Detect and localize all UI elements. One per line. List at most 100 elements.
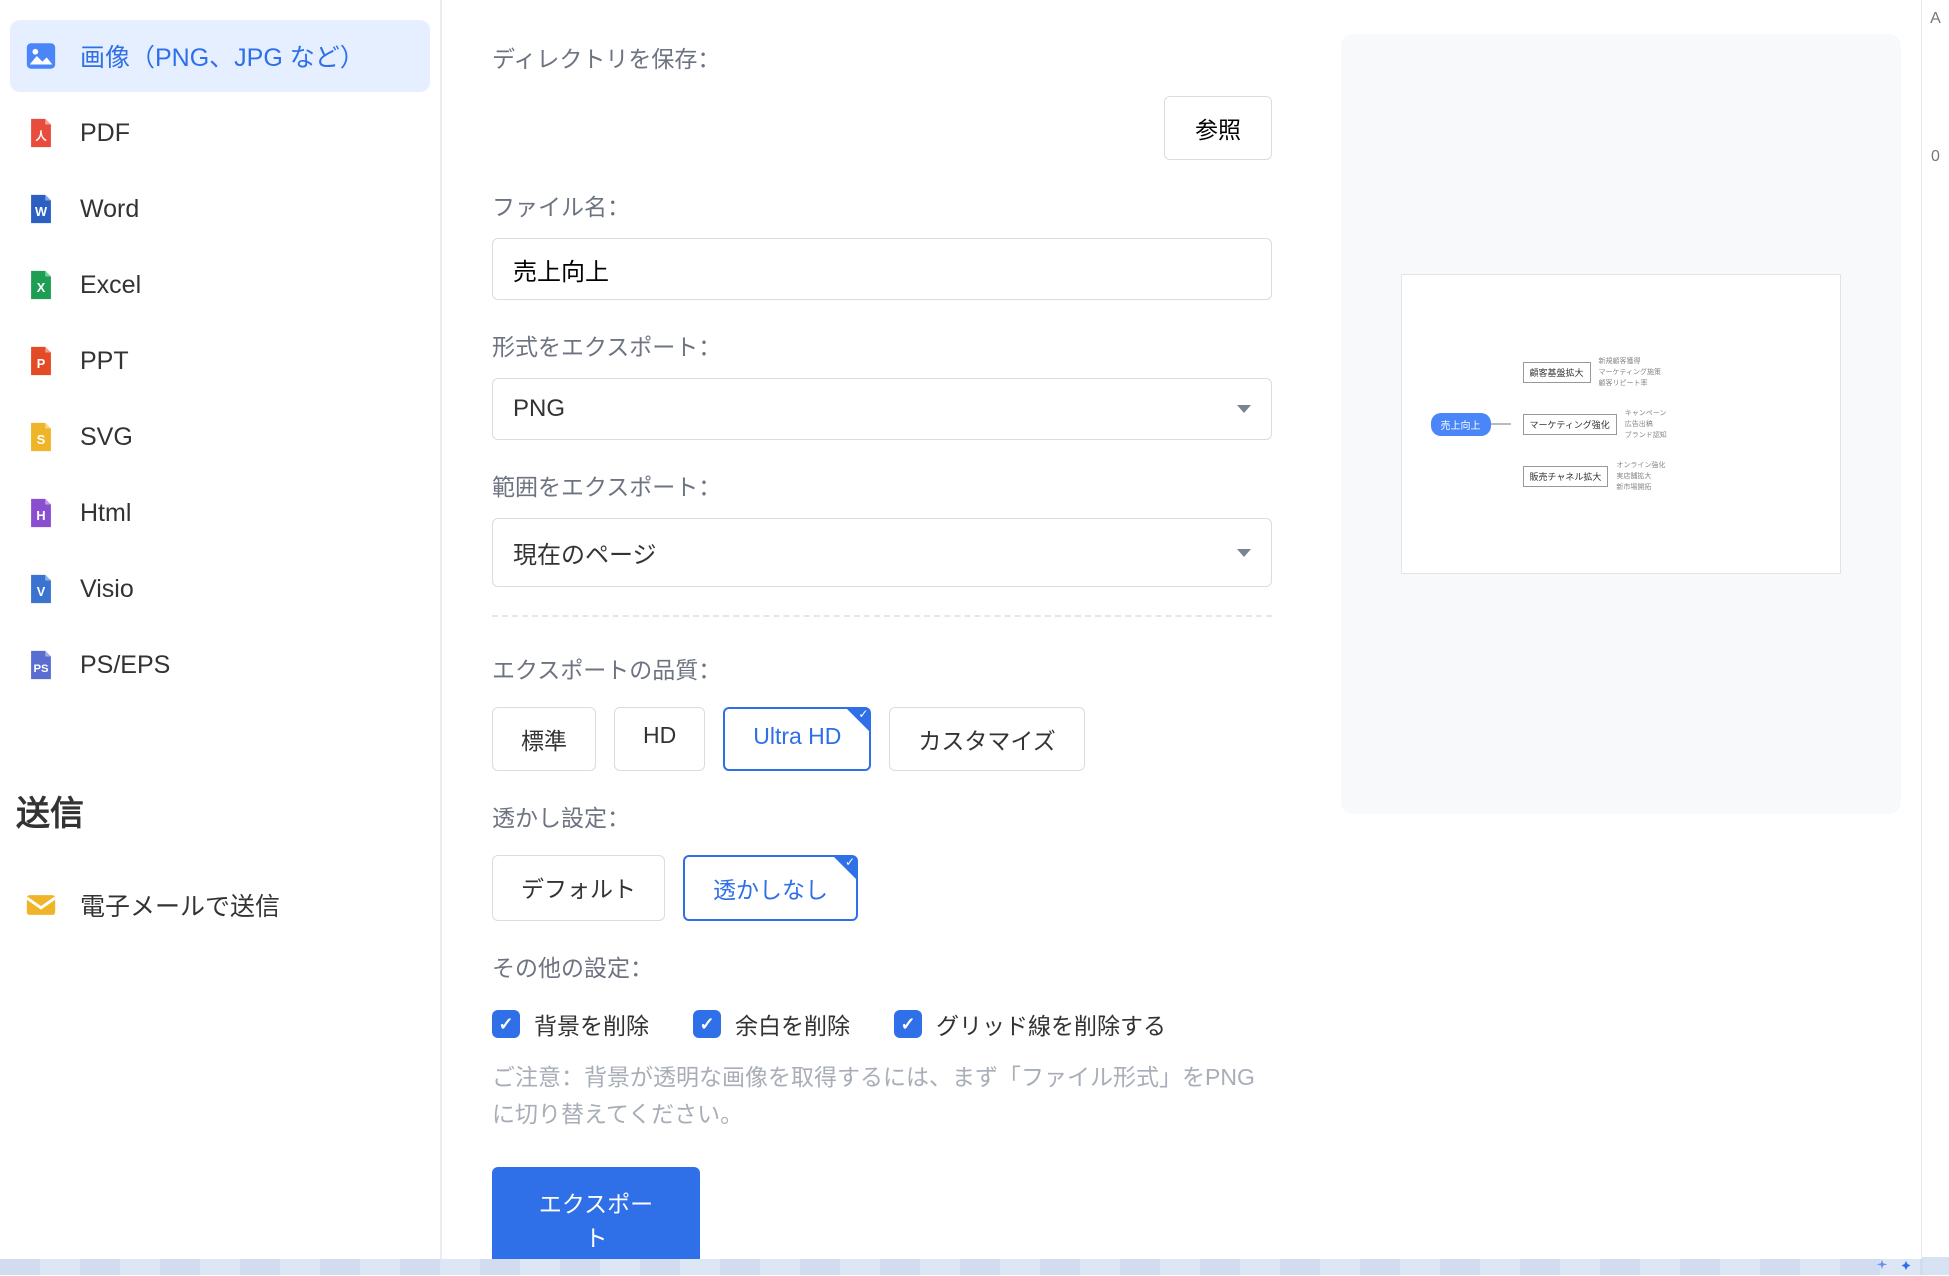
other-settings-row: ✓ 背景を削除 ✓ 余白を削除 ✓ グリッド線を削除する: [492, 1007, 1272, 1041]
mindmap-node: 顧客基盤拡大: [1523, 362, 1591, 383]
watermark-options-row: デフォルト 透かしなし: [492, 855, 1272, 921]
pdf-icon: 人: [24, 116, 58, 150]
export-button[interactable]: エクスポート: [492, 1167, 700, 1271]
quality-hd[interactable]: HD: [614, 707, 705, 771]
sidebar-item-label: Html: [80, 499, 131, 528]
checkbox-checked-icon: ✓: [894, 1010, 922, 1038]
chevron-down-icon: [1237, 549, 1251, 557]
form-column: ディレクトリを保存： 参照 ファイル名： 形式をエクスポート： PNG 範囲をエ…: [492, 30, 1272, 1275]
browse-button[interactable]: 参照: [1164, 96, 1272, 160]
svg-text:W: W: [35, 204, 48, 219]
sidebar-item-label: 画像（PNG、JPG など）: [80, 38, 365, 74]
sidebar-item-label: Word: [80, 195, 139, 224]
svg-text:X: X: [37, 280, 46, 295]
watermark-default[interactable]: デフォルト: [492, 855, 665, 921]
mindmap-leaf: マーケティング施策: [1599, 367, 1661, 377]
filename-input[interactable]: [492, 238, 1272, 300]
watermark-label: 透かし設定：: [492, 799, 1272, 833]
mindmap-leaf: オンライン強化: [1616, 460, 1665, 470]
mindmap-preview: 売上向上 顧客基盤拡大 新規顧客獲得 マーケティング施策 顧客リピート率: [1431, 356, 1811, 492]
export-format-label: 形式をエクスポート：: [492, 328, 1272, 362]
export-format-select[interactable]: PNG: [492, 378, 1272, 440]
save-directory-label: ディレクトリを保存：: [492, 40, 1272, 74]
sidebar-item-label: Visio: [80, 575, 134, 604]
export-range-select[interactable]: 現在のページ: [492, 518, 1272, 587]
word-icon: W: [24, 192, 58, 226]
mindmap-root: 売上向上: [1431, 413, 1491, 436]
preview-thumbnail: 売上向上 顧客基盤拡大 新規顧客獲得 マーケティング施策 顧客リピート率: [1401, 274, 1841, 574]
ruler-tick-label: A: [1922, 10, 1949, 28]
mindmap-leaf: 新市場開拓: [1616, 482, 1665, 492]
sidebar-item-image[interactable]: 画像（PNG、JPG など）: [10, 20, 430, 92]
quality-standard[interactable]: 標準: [492, 707, 596, 771]
mindmap-branch: 販売チャネル拡大 オンライン強化 実店舗拡大 新市場開拓: [1523, 460, 1667, 492]
main-area: ディレクトリを保存： 参照 ファイル名： 形式をエクスポート： PNG 範囲をエ…: [442, 0, 1949, 1275]
svg-text:H: H: [36, 508, 45, 523]
excel-icon: X: [24, 268, 58, 302]
email-icon: [24, 888, 58, 922]
mindmap-leaf: 新規顧客獲得: [1599, 356, 1661, 366]
sidebar-item-pseps[interactable]: PS PS/EPS: [10, 630, 430, 700]
right-ruler-strip: A 0: [1921, 0, 1949, 1275]
check-label: グリッド線を削除する: [936, 1007, 1166, 1041]
sidebar-item-visio[interactable]: V Visio: [10, 554, 430, 624]
sidebar-item-word[interactable]: W Word: [10, 174, 430, 244]
svg-text:P: P: [37, 356, 46, 371]
visio-icon: V: [24, 572, 58, 606]
sidebar-item-pdf[interactable]: 人 PDF: [10, 98, 430, 168]
checkbox-checked-icon: ✓: [693, 1010, 721, 1038]
ppt-icon: P: [24, 344, 58, 378]
image-icon: [24, 39, 58, 73]
other-settings-label: その他の設定：: [492, 949, 1272, 983]
export-format-value: PNG: [513, 395, 565, 423]
checkbox-checked-icon: ✓: [492, 1010, 520, 1038]
ruler-tick-label: 0: [1922, 148, 1949, 166]
svg-text:S: S: [37, 432, 46, 447]
check-remove-margin[interactable]: ✓ 余白を削除: [693, 1007, 850, 1041]
mindmap-leaf: ブランド認知: [1625, 430, 1667, 440]
export-quality-label: エクスポートの品質：: [492, 651, 1272, 685]
mindmap-node: マーケティング強化: [1523, 414, 1617, 435]
mindmap-leaf: 広告出稿: [1625, 419, 1667, 429]
filename-label: ファイル名：: [492, 188, 1272, 222]
mindmap-branch: マーケティング強化 キャンペーン 広告出稿 ブランド認知: [1523, 408, 1667, 440]
sidebar-item-label: PPT: [80, 347, 129, 376]
sidebar-item-excel[interactable]: X Excel: [10, 250, 430, 320]
mindmap-connector: [1491, 423, 1511, 425]
check-remove-grid[interactable]: ✓ グリッド線を削除する: [894, 1007, 1166, 1041]
export-range-label: 範囲をエクスポート：: [492, 468, 1272, 502]
bottom-ruler: [0, 1259, 1923, 1275]
mindmap-leaf: 実店舗拡大: [1616, 471, 1665, 481]
preview-column: 売上向上 顧客基盤拡大 新規顧客獲得 マーケティング施策 顧客リピート率: [1322, 30, 1919, 1275]
quality-custom[interactable]: カスタマイズ: [889, 707, 1084, 771]
transparency-note: ご注意：背景が透明な画像を取得するには、まず「ファイル形式」をPNGに切り替えて…: [492, 1059, 1272, 1133]
check-label: 背景を削除: [534, 1007, 649, 1041]
sidebar-item-ppt[interactable]: P PPT: [10, 326, 430, 396]
sidebar-item-label: Excel: [80, 271, 141, 300]
chevron-down-icon: [1237, 405, 1251, 413]
svg-text:V: V: [37, 584, 46, 599]
browse-row: 参照: [492, 96, 1272, 160]
sidebar-item-label: PDF: [80, 119, 130, 148]
mindmap-branches: 顧客基盤拡大 新規顧客獲得 マーケティング施策 顧客リピート率 マーケティング強…: [1523, 356, 1667, 492]
svg-icon: S: [24, 420, 58, 454]
svg-text:PS: PS: [33, 663, 49, 675]
watermark-none[interactable]: 透かしなし: [683, 855, 858, 921]
mindmap-node: 販売チャネル拡大: [1523, 466, 1609, 487]
quality-ultra-hd[interactable]: Ultra HD: [723, 707, 871, 771]
sidebar-item-label: 電子メールで送信: [80, 887, 280, 923]
mindmap-leaf: キャンペーン: [1625, 408, 1667, 418]
sparkle-icon: [1897, 1258, 1915, 1276]
sidebar-item-svg[interactable]: S SVG: [10, 402, 430, 472]
check-remove-background[interactable]: ✓ 背景を削除: [492, 1007, 649, 1041]
mindmap-leaf: 顧客リピート率: [1599, 378, 1661, 388]
pseps-icon: PS: [24, 648, 58, 682]
sparkle-icon: [1873, 1258, 1891, 1276]
sidebar-item-email[interactable]: 電子メールで送信: [10, 869, 430, 941]
export-range-value: 現在のページ: [513, 535, 657, 570]
preview-panel: 売上向上 顧客基盤拡大 新規顧客獲得 マーケティング施策 顧客リピート率: [1341, 34, 1901, 814]
mindmap-branch: 顧客基盤拡大 新規顧客獲得 マーケティング施策 顧客リピート率: [1523, 356, 1667, 388]
sidebar-item-label: SVG: [80, 423, 133, 452]
sidebar-item-html[interactable]: H Html: [10, 478, 430, 548]
dashed-divider: [492, 615, 1272, 617]
